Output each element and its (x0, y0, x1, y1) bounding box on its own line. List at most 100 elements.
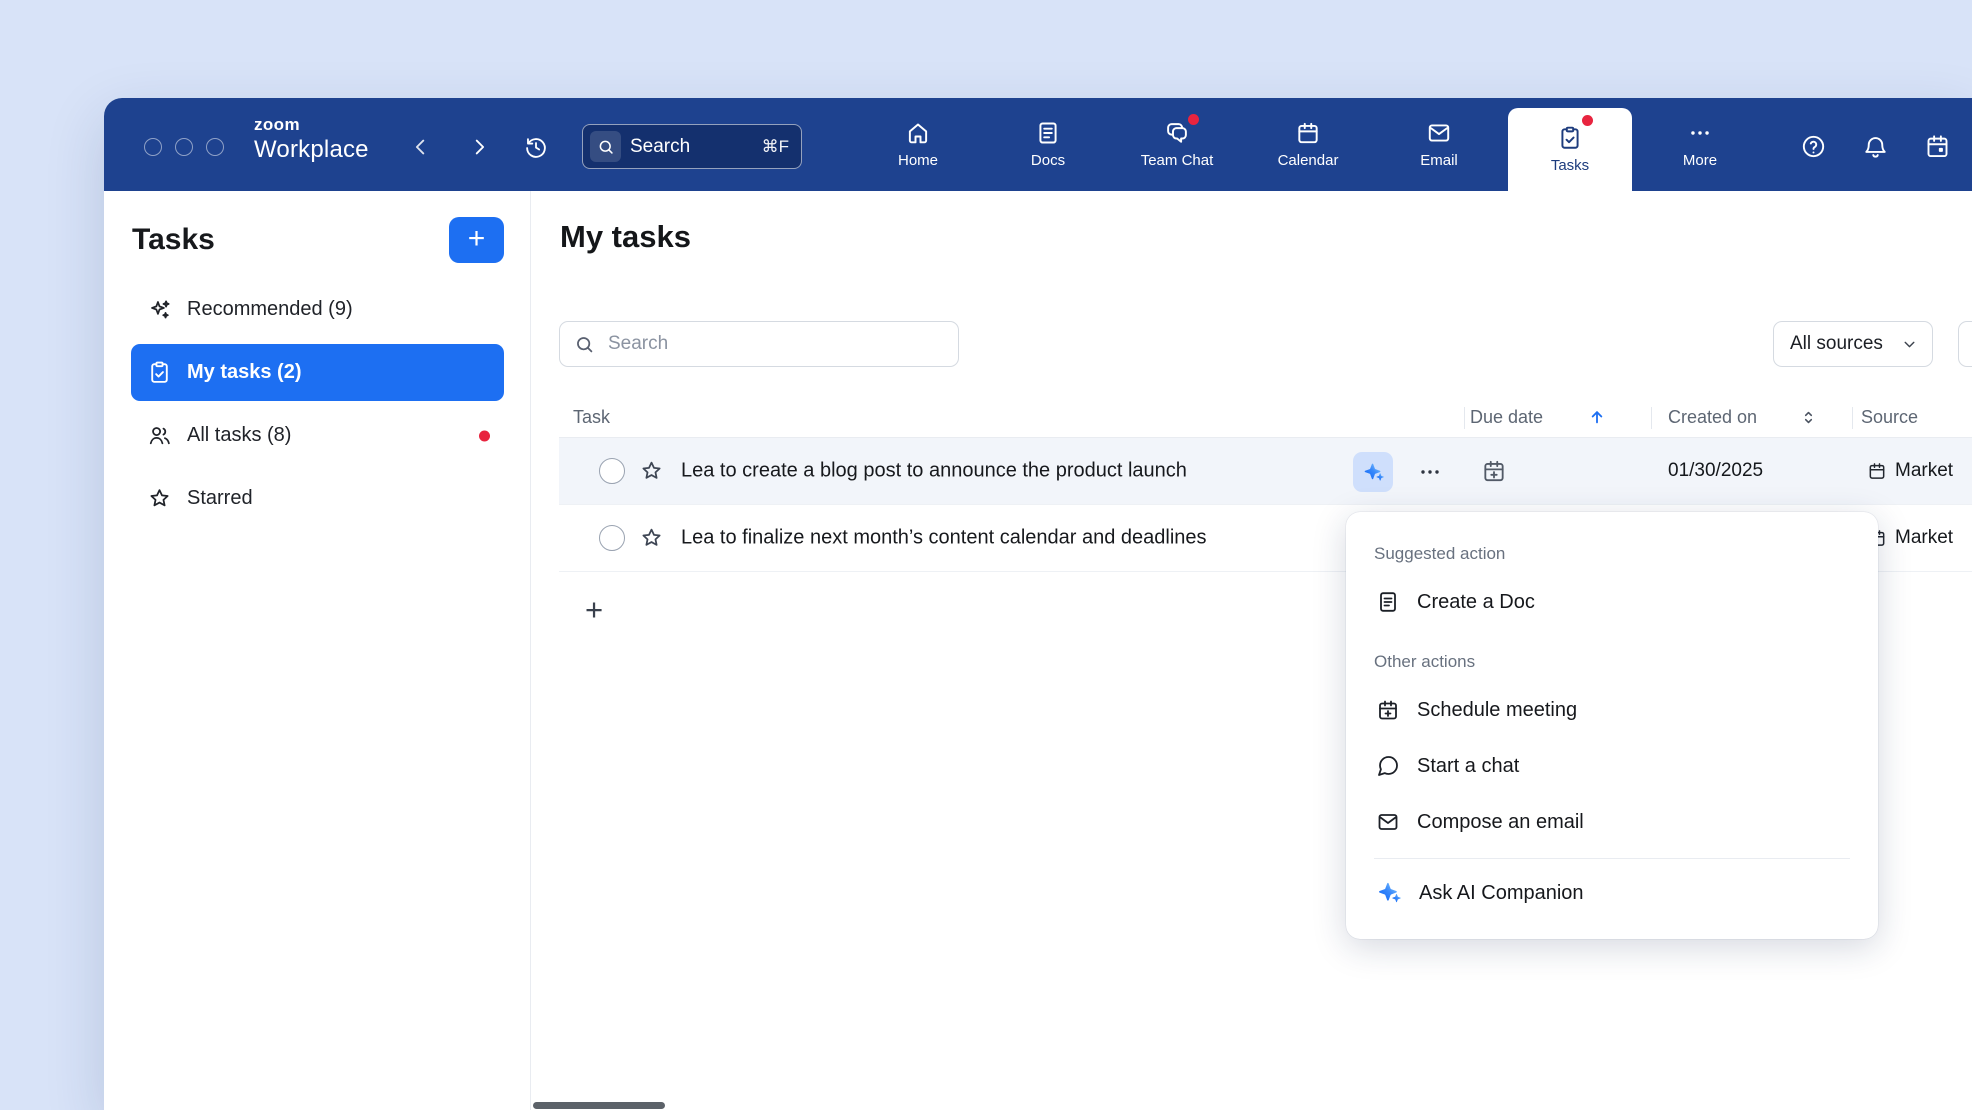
sidebar-item-label: All tasks (8) (187, 424, 291, 447)
tab-docs[interactable]: Docs (993, 98, 1103, 191)
ai-actions-menu: Suggested action Create a Doc Other acti… (1346, 512, 1878, 939)
task-checkbox[interactable] (599, 525, 625, 551)
horizontal-scrollbar-thumb[interactable] (533, 1102, 665, 1109)
tasks-sidebar: Tasks + Recommended (9) My tasks (2) A (104, 191, 531, 1110)
menu-item-label: Compose an email (1417, 811, 1584, 834)
sidebar-item-all-tasks[interactable]: All tasks (8) (131, 407, 504, 464)
menu-section-label: Suggested action (1372, 534, 1852, 574)
my-tasks-panel: My tasks All sources Task Due date Creat… (531, 191, 1972, 1110)
add-due-date-button[interactable] (1481, 458, 1507, 484)
column-divider (1852, 407, 1853, 429)
tab-email-label: Email (1420, 152, 1458, 169)
sidebar-item-starred[interactable]: Starred (131, 470, 504, 527)
tab-calendar[interactable]: Calendar (1253, 98, 1363, 191)
star-icon[interactable] (639, 459, 664, 484)
tab-team-chat[interactable]: Team Chat (1122, 98, 1232, 191)
window-minimize-button[interactable] (175, 138, 193, 156)
star-icon[interactable] (639, 526, 664, 551)
window-zoom-button[interactable] (206, 138, 224, 156)
tab-tasks-label: Tasks (1551, 157, 1589, 174)
help-icon (1800, 133, 1827, 160)
ai-companion-button[interactable] (1353, 452, 1393, 492)
zoom-workplace-logo: zoom Workplace (254, 116, 369, 162)
sidebar-item-label: Recommended (9) (187, 298, 353, 321)
menu-item-schedule-meeting[interactable]: Schedule meeting (1372, 682, 1852, 738)
logo-workplace-text: Workplace (254, 138, 369, 162)
email-icon (1426, 120, 1452, 146)
source-label: Market (1895, 527, 1953, 549)
sidebar-item-my-tasks[interactable]: My tasks (2) (131, 344, 504, 401)
menu-item-ask-ai-companion[interactable]: Ask AI Companion (1372, 865, 1852, 921)
bell-icon (1862, 133, 1889, 160)
calendar-icon (1295, 120, 1321, 146)
tab-team-chat-label: Team Chat (1141, 152, 1214, 169)
nav-forward-button[interactable] (465, 133, 493, 161)
tab-tasks-active[interactable]: Tasks (1508, 108, 1632, 191)
chat-bubble-icon (1376, 754, 1400, 778)
new-task-button[interactable]: + (449, 217, 504, 263)
sparkles-icon (147, 297, 172, 322)
calendar-icon (1867, 461, 1887, 481)
tab-email[interactable]: Email (1384, 98, 1494, 191)
history-icon (523, 134, 549, 160)
sources-filter-dropdown[interactable]: All sources (1773, 321, 1933, 367)
tab-home-label: Home (898, 152, 938, 169)
column-header-created-on[interactable]: Created on (1668, 407, 1757, 428)
task-title: Lea to finalize next month’s content cal… (681, 527, 1207, 550)
history-button[interactable] (522, 133, 550, 161)
menu-item-label: Schedule meeting (1417, 699, 1577, 722)
source-cell: Market (1867, 527, 1972, 549)
task-search-input[interactable] (606, 332, 944, 356)
ai-sparkle-icon (1376, 880, 1402, 906)
menu-item-compose-email[interactable]: Compose an email (1372, 794, 1852, 850)
zoom-workplace-window: zoom Workplace Search ⌘F (104, 98, 1972, 1110)
all-tasks-notification-dot (479, 430, 490, 441)
search-icon (590, 131, 621, 162)
window-close-button[interactable] (144, 138, 162, 156)
sort-toggle-icon[interactable] (1799, 408, 1818, 427)
task-row[interactable]: Lea to create a blog post to announce th… (559, 438, 1972, 505)
tab-home[interactable]: Home (863, 98, 973, 191)
nav-back-button[interactable] (407, 133, 435, 161)
calendar-plus-icon (1376, 698, 1400, 722)
menu-item-label: Start a chat (1417, 755, 1519, 778)
sidebar-item-recommended[interactable]: Recommended (9) (131, 281, 504, 338)
clipped-toolbar-button[interactable] (1958, 321, 1972, 367)
sidebar-list: Recommended (9) My tasks (2) All tasks (… (104, 277, 530, 527)
top-header: zoom Workplace Search ⌘F (104, 98, 1972, 191)
menu-divider (1374, 858, 1850, 859)
chevron-left-icon (410, 136, 432, 158)
help-button[interactable] (1798, 131, 1828, 161)
menu-item-create-doc[interactable]: Create a Doc (1372, 574, 1852, 630)
logo-zoom-text: zoom (254, 116, 369, 133)
ai-sparkle-icon (1362, 461, 1385, 484)
menu-item-label: Create a Doc (1417, 591, 1535, 614)
home-icon (905, 120, 931, 146)
menu-item-start-chat[interactable]: Start a chat (1372, 738, 1852, 794)
ellipsis-icon (1418, 460, 1442, 484)
sources-filter-value: All sources (1790, 333, 1883, 355)
column-divider (1464, 407, 1465, 429)
sort-ascending-icon[interactable] (1587, 407, 1607, 427)
sidebar-header: Tasks + (104, 191, 530, 277)
doc-icon (1376, 590, 1400, 614)
menu-item-label: Ask AI Companion (1419, 882, 1584, 905)
clipboard-check-icon (147, 360, 172, 385)
table-header: Task Due date Created on Source (559, 400, 1972, 438)
sidebar-title: Tasks (132, 223, 215, 257)
column-header-source[interactable]: Source (1861, 407, 1918, 428)
tab-more-label: More (1683, 152, 1717, 169)
global-search[interactable]: Search ⌘F (582, 124, 802, 169)
notifications-button[interactable] (1860, 131, 1890, 161)
tab-more[interactable]: More (1645, 98, 1755, 191)
task-checkbox[interactable] (599, 458, 625, 484)
task-search-box (559, 321, 959, 367)
mini-calendar-button[interactable] (1922, 131, 1952, 161)
add-task-button[interactable]: + (577, 593, 611, 627)
column-header-due-date[interactable]: Due date (1470, 407, 1543, 428)
sidebar-item-label: Starred (187, 487, 253, 510)
envelope-icon (1376, 810, 1400, 834)
menu-section-label: Other actions (1372, 642, 1852, 682)
column-header-task[interactable]: Task (573, 407, 610, 428)
more-actions-button[interactable] (1409, 452, 1451, 492)
